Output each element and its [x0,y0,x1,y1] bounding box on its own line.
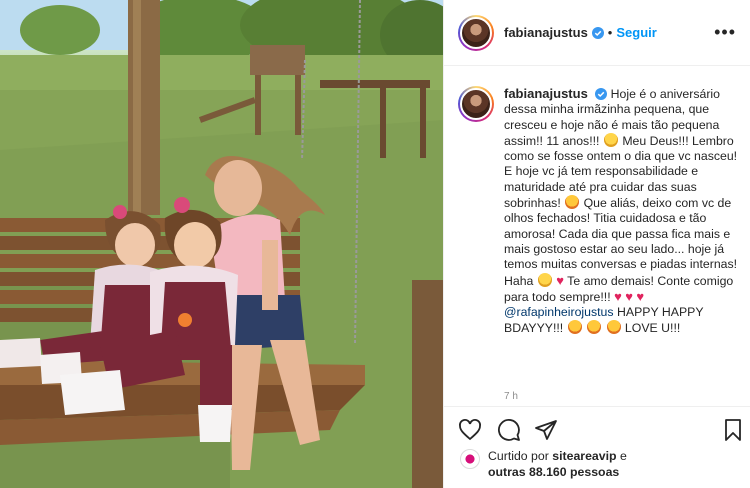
bookmark-icon[interactable] [721,418,745,442]
separator-dot: • [607,25,613,40]
likes-prefix: Curtido por [488,449,549,463]
red-heart-emoji-icon: ♥ [614,288,622,304]
follow-button[interactable]: Seguir [616,25,656,40]
smiling-hearts-emoji-icon [606,320,621,335]
post-header: fabianajustus • Seguir ••• [444,0,750,66]
author-username[interactable]: fabianajustus [504,25,588,40]
heart-eyes-emoji-icon [565,195,580,210]
liker-avatar[interactable] [460,449,480,469]
shocked-face-emoji-icon [603,132,618,147]
likes-mid: e [619,449,627,463]
caption-text: fabianajustus Hoje é o aniversário dessa… [504,86,743,337]
post-timestamp[interactable]: 7 h [504,391,518,402]
mention-link[interactable]: @rafapinheirojustus [504,305,614,319]
verified-badge-icon [591,26,604,39]
smiling-hearts-emoji-icon [587,320,602,335]
red-heart-emoji-icon: ♥ [636,288,645,304]
more-options-icon[interactable]: ••• [714,22,736,43]
author-avatar[interactable] [458,14,494,51]
likes-others[interactable]: outras 88.160 pessoas [488,465,619,479]
caption-username[interactable]: fabianajustus [504,86,588,101]
action-bar [444,406,750,450]
post-side-panel: fabianajustus • Seguir ••• fabianajustus… [443,0,750,488]
paper-plane-icon[interactable] [534,418,558,442]
red-heart-emoji-icon: ♥ [625,288,633,304]
smiling-hearts-emoji-icon [567,320,582,335]
caption-comment: fabianajustus Hoje é o aniversário dessa… [458,86,743,337]
laughing-face-emoji-icon [537,272,552,287]
photo-illustration [0,0,443,488]
instagram-post: fabianajustus • Seguir ••• fabianajustus… [0,0,750,488]
heart-outline-icon[interactable] [458,418,482,442]
caption-avatar[interactable] [458,86,494,122]
verified-badge-icon [595,88,608,100]
red-heart-emoji-icon: ♥ [556,272,564,288]
likes-summary: Curtido por siteareavip e outras 88.160 … [460,448,627,480]
liker-username[interactable]: siteareavip [552,449,616,463]
post-photo[interactable] [0,0,443,488]
caption-part-6: LOVE U!!! [624,321,681,336]
comment-bubble-icon[interactable] [497,418,521,442]
